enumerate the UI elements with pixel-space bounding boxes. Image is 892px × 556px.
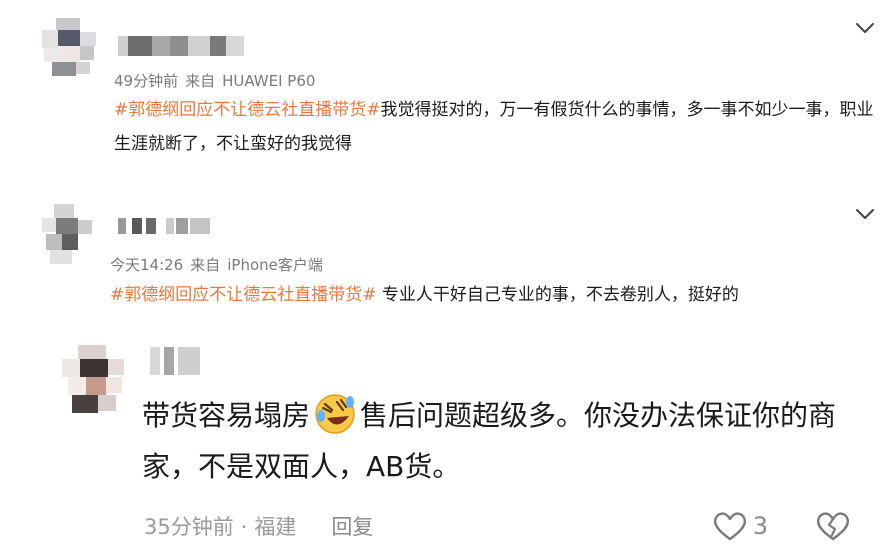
broken-heart-icon[interactable] [816,511,850,541]
topic-link[interactable]: #郭德纲回应不让德云社直播带货# [110,285,377,305]
reply-text: 带货容易塌房 [142,399,311,432]
reply-time: 35分钟前 [144,515,234,539]
avatar[interactable] [62,345,124,417]
topic-link[interactable]: #郭德纲回应不让德云社直播带货# [114,100,381,120]
username-redacted[interactable] [118,36,244,56]
avatar[interactable] [42,204,92,266]
comment-text: 专业人干好自己专业的事，不去卷别人，挺好的 [376,285,739,305]
device-source: HUAWEI P60 [222,72,316,90]
heart-outline-icon [713,512,746,541]
reply-location: 福建 [254,515,297,539]
source-prefix: 来自 [185,72,216,90]
username-redacted[interactable] [118,218,210,234]
reply-body: 带货容易塌房 售后问题超级多。你没办法保证你的商家，不是双面人，AB货。 [142,391,878,492]
like-button[interactable]: 3 [713,511,768,541]
source-prefix: 来自 [190,256,221,274]
username-redacted[interactable] [150,347,202,375]
avatar[interactable] [42,18,96,76]
comment-time: 49分钟前 [114,72,179,90]
comment-item: 今天14:26 来自 iPhone客户端 #郭德纲回应不让德云社直播带货# 专业人干… [0,190,892,335]
comment-meta: 49分钟前 来自 HUAWEI P60 [114,70,322,91]
chevron-down-icon[interactable] [854,21,876,35]
comment-body: #郭德纲回应不让德云社直播带货# 专业人干好自己专业的事，不去卷别人，挺好的 [110,278,880,312]
comment-item: 49分钟前 来自 HUAWEI P60 #郭德纲回应不让德云社直播带货#我觉得挺对的… [0,0,892,190]
like-count: 3 [752,512,768,540]
reply-button[interactable]: 回复 [331,515,373,539]
reply-item: 带货容易塌房 售后问题超级多。你没办法保证你的商家，不是双面人，AB货。 35分… [0,335,892,556]
reply-meta: 35分钟前 · 福建 回复 [144,511,380,541]
comment-meta: 今天14:26 来自 iPhone客户端 [110,254,330,275]
device-source: iPhone客户端 [227,256,323,274]
comment-time: 今天14:26 [110,256,184,274]
meta-separator: · [240,515,248,539]
comment-body: #郭德纲回应不让德云社直播带货#我觉得挺对的，万一有假货什么的事情，多一事不如少… [114,93,874,161]
rolling-on-floor-laughing-emoji [315,394,355,434]
chevron-down-icon[interactable] [854,207,876,221]
